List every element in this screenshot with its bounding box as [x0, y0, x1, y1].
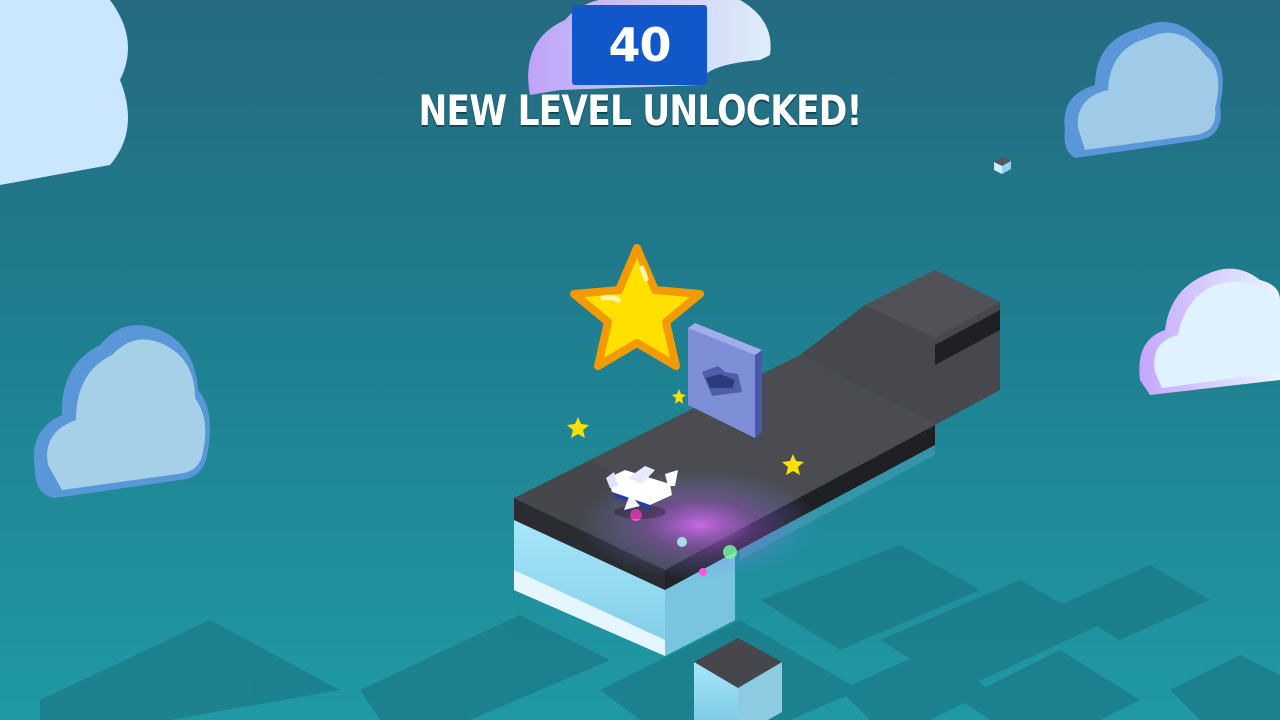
small-star-icon	[672, 389, 686, 404]
level-unlocked-banner: NEW LEVEL UNLOCKED!	[418, 86, 863, 135]
score-counter: 40	[572, 5, 707, 85]
small-star-icon	[567, 417, 589, 438]
cloud-left	[33, 325, 211, 498]
hud: 40 NEW LEVEL UNLOCKED!	[0, 0, 1280, 160]
star-icon[interactable]	[570, 244, 704, 370]
cloud-right	[1139, 268, 1280, 395]
